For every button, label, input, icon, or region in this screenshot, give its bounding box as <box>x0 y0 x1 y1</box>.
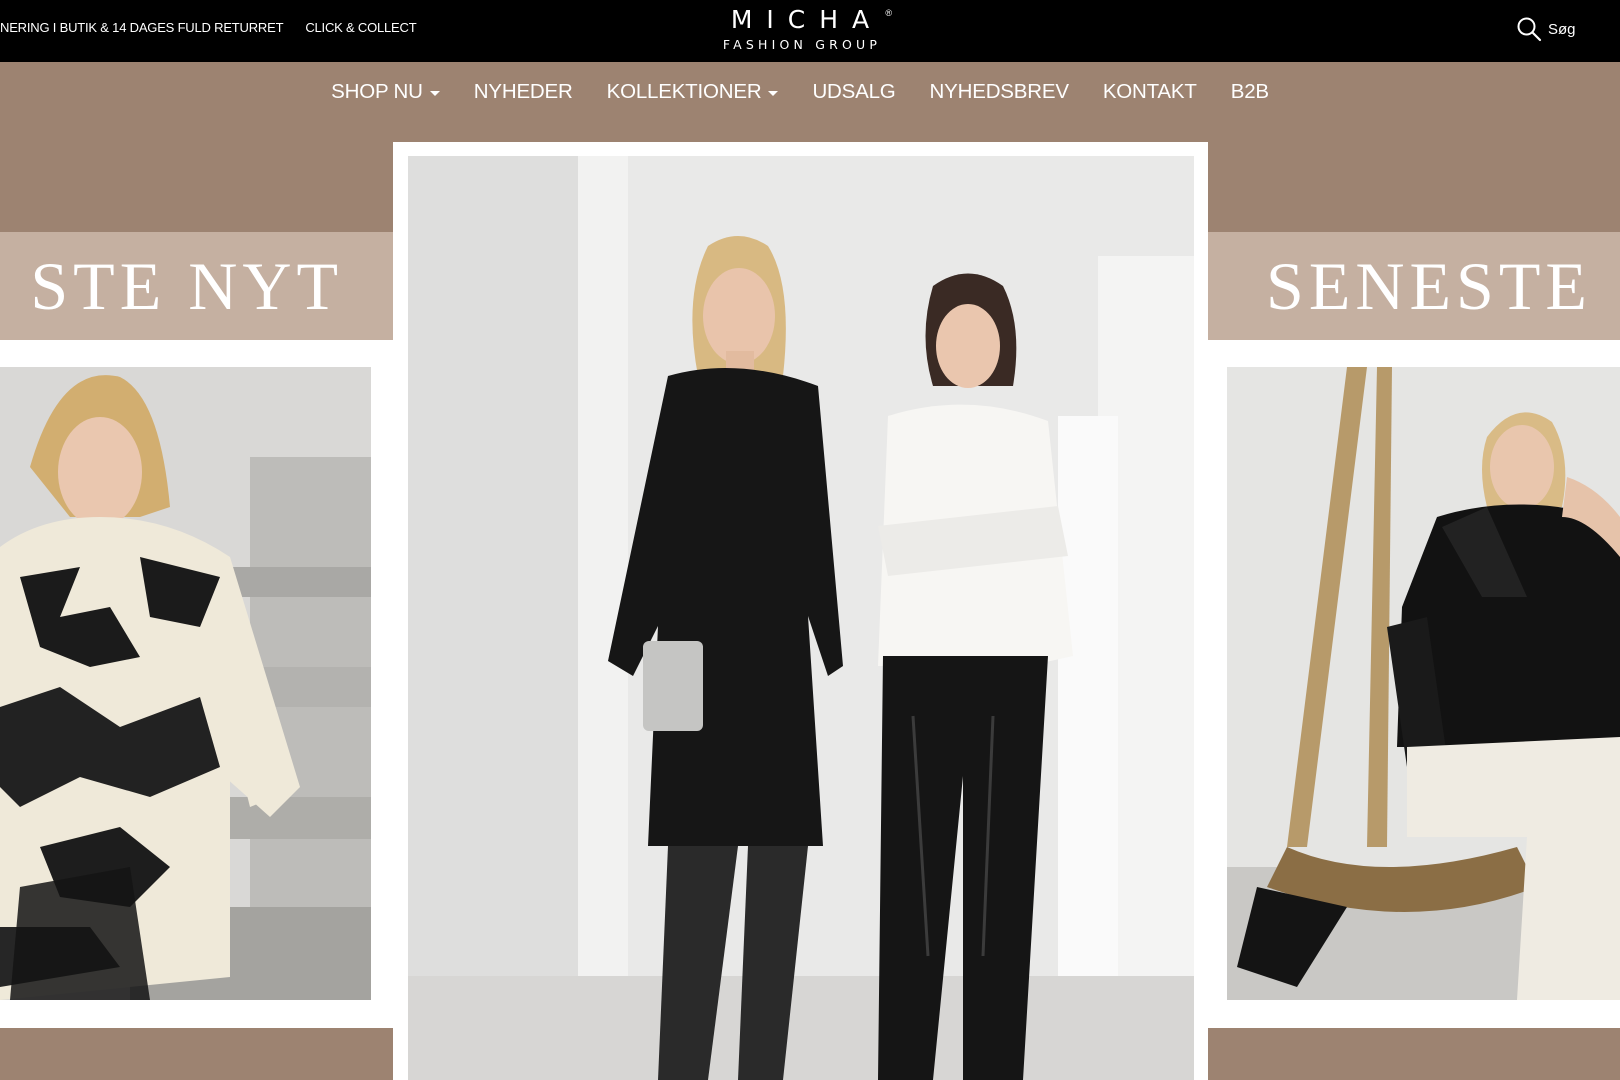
nav-kollektioner[interactable]: KOLLEKTIONER <box>607 80 779 104</box>
nav-b2b[interactable]: B2B <box>1231 80 1269 104</box>
model-black-lace-shirt-image <box>1227 367 1620 1000</box>
nav-shop-nu[interactable]: SHOP NU <box>331 80 440 104</box>
left-product-photo[interactable] <box>0 367 371 1000</box>
nav-udsalg[interactable]: UDSALG <box>812 80 895 104</box>
left-slide-footer-band <box>0 1028 393 1080</box>
two-models-black-white-outfits-image <box>408 156 1194 1080</box>
chevron-down-icon <box>429 90 440 96</box>
announcement-ticker: NERING I BUTIK & 14 DAGES FULD RETURRET C… <box>0 20 438 35</box>
nav-udsalg-label: UDSALG <box>812 80 896 103</box>
nav-shop-nu-label: SHOP NU <box>331 80 423 103</box>
right-slide-footer-band <box>1208 1028 1620 1080</box>
right-product-photo[interactable] <box>1227 367 1620 1000</box>
top-bar: NERING I BUTIK & 14 DAGES FULD RETURRET C… <box>0 0 1620 62</box>
chevron-down-icon <box>768 90 779 96</box>
center-product-photo[interactable] <box>408 156 1194 1080</box>
left-banner-heading: STE NYT <box>0 232 393 340</box>
right-banner-heading: SENESTE <box>1208 232 1620 340</box>
left-banner-text: STE NYT <box>30 248 343 324</box>
logo-subtitle: FASHION GROUP <box>722 37 882 52</box>
nav-nyhedsbrev-label: NYHEDSBREV <box>929 80 1069 103</box>
nav-b2b-label: B2B <box>1230 80 1269 103</box>
nav-nyheder[interactable]: NYHEDER <box>474 80 573 104</box>
model-printed-sweater-dress-image <box>0 367 371 1000</box>
search-label: Søg <box>1548 20 1576 38</box>
brand-logo[interactable]: MICHA ® FASHION GROUP <box>700 5 900 53</box>
ticker-item-click-collect: CLICK & COLLECT <box>305 20 417 35</box>
nav-nyheder-label: NYHEDER <box>473 80 573 103</box>
search-button[interactable]: Søg <box>1516 16 1576 42</box>
logo-registered-mark: ® <box>885 8 892 18</box>
main-navigation: SHOP NU NYHEDER KOLLEKTIONER UDSALG NYHE… <box>0 62 1620 122</box>
nav-nyhedsbrev[interactable]: NYHEDSBREV <box>930 80 1069 104</box>
logo-wordmark: MICHA <box>730 5 884 34</box>
right-banner-text: SENESTE <box>1266 248 1592 324</box>
search-icon <box>1517 17 1542 42</box>
nav-kollektioner-label: KOLLEKTIONER <box>606 80 762 103</box>
ticker-item-returns: NERING I BUTIK & 14 DAGES FULD RETURRET <box>0 20 284 35</box>
nav-kontakt-label: KONTAKT <box>1102 80 1197 103</box>
nav-kontakt[interactable]: KONTAKT <box>1103 80 1197 104</box>
